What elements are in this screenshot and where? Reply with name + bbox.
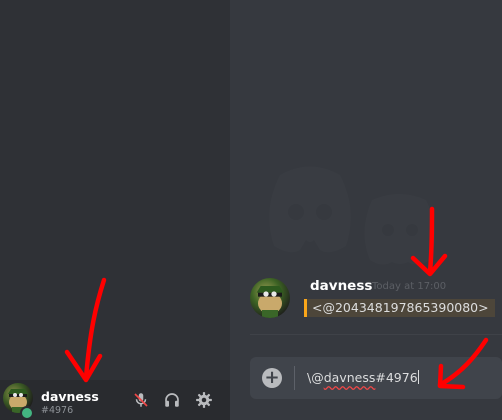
user-panel: davness #4976 <box>0 380 230 420</box>
message-avatar[interactable] <box>250 278 290 318</box>
input-separator <box>294 366 295 390</box>
input-text-prefix: \@ <box>307 370 324 385</box>
message-mention-content: <@204348197865390080> <box>304 299 495 317</box>
plus-circle-icon[interactable]: + <box>262 368 282 388</box>
input-text-misspelled: davness <box>323 370 376 385</box>
text-caret <box>417 370 419 384</box>
input-text-suffix: #4976 <box>375 370 418 385</box>
headphones-icon <box>165 393 179 407</box>
message-input-bar[interactable]: + \@davness#4976 <box>250 357 502 399</box>
message-input-field[interactable]: \@davness#4976 <box>307 369 419 387</box>
message-timestamp: Today at 17:00 <box>372 281 447 292</box>
status-online-indicator <box>20 406 34 420</box>
gear-icon <box>196 392 212 408</box>
headphones-button[interactable] <box>163 391 181 409</box>
message-divider <box>250 334 502 335</box>
message-author[interactable]: davness <box>310 278 372 294</box>
user-panel-discriminator: #4976 <box>41 405 74 416</box>
discord-watermark-icon <box>269 166 436 265</box>
chat-area: davness Today at 17:00 <@204348197865390… <box>230 0 502 420</box>
settings-button[interactable] <box>195 391 213 409</box>
mute-mic-button[interactable] <box>132 391 150 409</box>
user-panel-username: davness <box>41 389 99 404</box>
channel-sidebar: davness #4976 <box>0 0 230 420</box>
mic-muted-icon <box>134 393 148 407</box>
